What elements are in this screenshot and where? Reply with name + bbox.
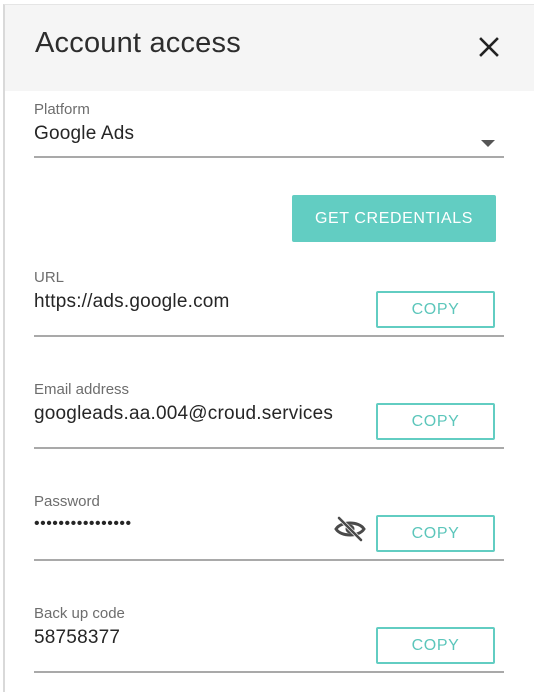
platform-label: Platform — [34, 101, 90, 118]
url-field: URL https://ads.google.com COPY — [34, 269, 504, 339]
backup-code-field: Back up code 58758377 COPY — [34, 605, 504, 675]
password-label: Password — [34, 493, 100, 510]
account-access-panel: Account access Platform Google Ads GET C… — [3, 4, 534, 692]
url-value[interactable]: https://ads.google.com — [34, 291, 230, 313]
email-field: Email address googleads.aa.004@croud.ser… — [34, 381, 504, 451]
caret-down-icon[interactable] — [481, 140, 495, 147]
get-credentials-button[interactable]: GET CREDENTIALS — [292, 195, 496, 242]
copy-email-button[interactable]: COPY — [376, 403, 495, 440]
password-field: Password •••••••••••••••• COPY — [34, 493, 504, 563]
password-underline — [34, 559, 504, 561]
platform-select: Platform Google Ads — [34, 101, 504, 161]
email-underline — [34, 447, 504, 449]
email-value[interactable]: googleads.aa.004@croud.services — [34, 403, 333, 425]
platform-underline — [34, 156, 504, 158]
close-icon — [473, 31, 505, 63]
email-label: Email address — [34, 381, 130, 398]
close-button[interactable] — [473, 31, 505, 63]
backup-code-label: Back up code — [34, 605, 125, 622]
toggle-password-visibility-button[interactable] — [334, 515, 366, 543]
backup-code-underline — [34, 671, 504, 673]
url-label: URL — [34, 269, 65, 286]
backup-code-value[interactable]: 58758377 — [34, 627, 120, 649]
copy-url-button[interactable]: COPY — [376, 291, 495, 328]
password-value[interactable]: •••••••••••••••• — [34, 515, 132, 533]
copy-backup-code-button[interactable]: COPY — [376, 627, 495, 664]
copy-password-button[interactable]: COPY — [376, 515, 495, 552]
url-underline — [34, 335, 504, 337]
eye-off-icon — [334, 516, 366, 547]
platform-value: Google Ads — [34, 123, 135, 144]
panel-title: Account access — [35, 27, 241, 59]
panel-header: Account access — [5, 5, 534, 91]
